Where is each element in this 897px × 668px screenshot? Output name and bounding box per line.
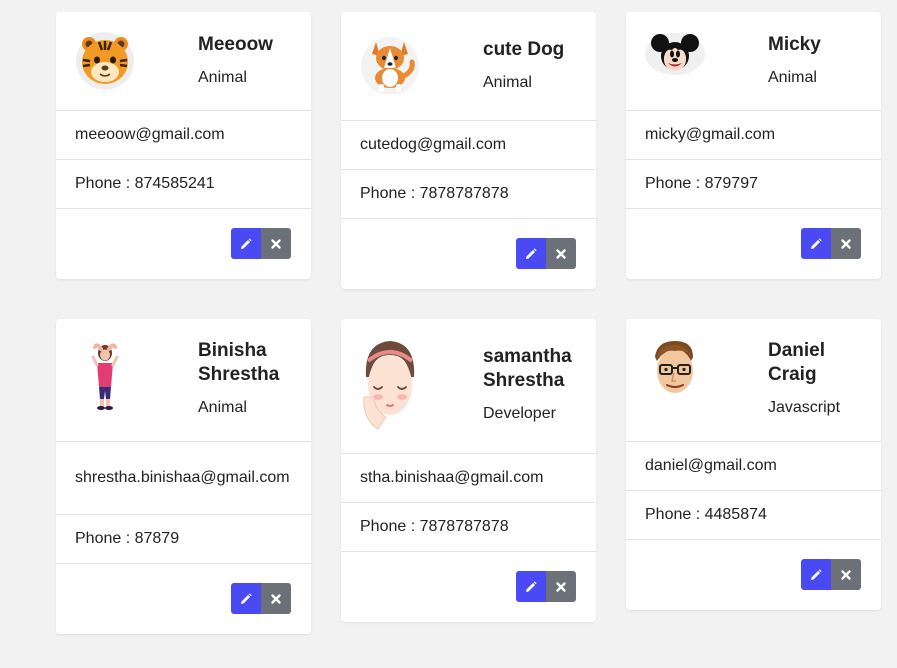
contact-card: Micky Animal micky@gmail.com Phone : 879… — [626, 12, 881, 279]
contact-email: meeoow@gmail.com — [56, 111, 311, 160]
edit-button[interactable] — [801, 559, 831, 590]
pencil-icon — [241, 592, 252, 604]
close-icon — [841, 238, 851, 249]
contact-phone: Phone : 7878787878 — [341, 170, 596, 219]
card-footer — [341, 552, 596, 622]
pencil-icon — [241, 237, 252, 249]
pencil-icon — [526, 247, 537, 259]
contact-email: micky@gmail.com — [626, 111, 881, 160]
delete-button[interactable] — [831, 228, 861, 259]
close-icon — [271, 593, 281, 604]
card-header: Daniel Craig Javascript — [626, 319, 881, 442]
card-footer — [56, 564, 311, 634]
action-group — [516, 571, 576, 602]
man-glasses-avatar-icon — [645, 337, 705, 397]
edit-button[interactable] — [231, 583, 261, 614]
pencil-icon — [811, 568, 822, 580]
close-icon — [841, 569, 851, 580]
contact-role: Developer — [483, 405, 556, 422]
contact-email: cutedog@gmail.com — [341, 121, 596, 170]
edit-button[interactable] — [231, 228, 261, 259]
woman-avatar-icon — [75, 341, 135, 413]
contact-role: Animal — [768, 69, 817, 86]
contact-role: Animal — [483, 74, 532, 91]
contact-name: cute Dog — [483, 39, 565, 60]
contact-name: Micky — [768, 34, 821, 55]
edit-button[interactable] — [801, 228, 831, 259]
action-group — [516, 238, 576, 269]
dog-avatar-icon — [360, 34, 420, 94]
contact-card: cute Dog Animal cutedog@gmail.com Phone … — [341, 12, 596, 289]
card-footer — [56, 209, 311, 279]
close-icon — [556, 248, 566, 259]
delete-button[interactable] — [261, 228, 291, 259]
contact-card: Binisha Shrestha Animal shrestha.binisha… — [56, 319, 311, 634]
contact-role: Javascript — [768, 399, 841, 416]
contact-name: Binisha Shrestha — [198, 340, 280, 385]
delete-button[interactable] — [831, 559, 861, 590]
card-header: Meeoow Animal — [56, 12, 311, 111]
pencil-icon — [811, 237, 822, 249]
contact-role: Animal — [198, 399, 247, 416]
card-footer — [626, 209, 881, 279]
mickey-avatar-icon — [645, 24, 705, 84]
edit-button[interactable] — [516, 571, 546, 602]
card-header: Micky Animal — [626, 12, 881, 111]
contact-phone: Phone : 87879 — [56, 515, 311, 564]
card-footer — [626, 540, 881, 610]
contact-phone: Phone : 4485874 — [626, 491, 881, 540]
delete-button[interactable] — [546, 571, 576, 602]
contact-name: Meeoow — [198, 34, 273, 55]
card-header: samantha Shrestha Developer — [341, 319, 596, 454]
contact-email: stha.binishaa@gmail.com — [341, 454, 596, 503]
contact-phone: Phone : 7878787878 — [341, 503, 596, 552]
contact-name: samantha Shrestha — [483, 346, 572, 391]
contact-email: daniel@gmail.com — [626, 442, 881, 491]
contact-phone: Phone : 874585241 — [56, 160, 311, 209]
action-group — [801, 559, 861, 590]
action-group — [231, 583, 291, 614]
close-icon — [556, 581, 566, 592]
contact-card: Daniel Craig Javascript daniel@gmail.com… — [626, 319, 881, 610]
contact-phone: Phone : 879797 — [626, 160, 881, 209]
card-footer — [341, 219, 596, 289]
pencil-icon — [526, 580, 537, 592]
girl-face-avatar-icon — [360, 337, 420, 433]
card-header: Binisha Shrestha Animal — [56, 319, 311, 442]
delete-button[interactable] — [261, 583, 291, 614]
contact-email: shrestha.binishaa@gmail.com — [56, 442, 311, 515]
contact-name: Daniel Craig — [768, 340, 826, 385]
contact-card: Meeoow Animal meeoow@gmail.com Phone : 8… — [56, 12, 311, 279]
edit-button[interactable] — [516, 238, 546, 269]
tiger-avatar-icon — [75, 30, 135, 90]
delete-button[interactable] — [546, 238, 576, 269]
action-group — [231, 228, 291, 259]
close-icon — [271, 238, 281, 249]
action-group — [801, 228, 861, 259]
contact-card: samantha Shrestha Developer stha.binisha… — [341, 319, 596, 622]
card-header: cute Dog Animal — [341, 12, 596, 121]
contact-role: Animal — [198, 69, 247, 86]
